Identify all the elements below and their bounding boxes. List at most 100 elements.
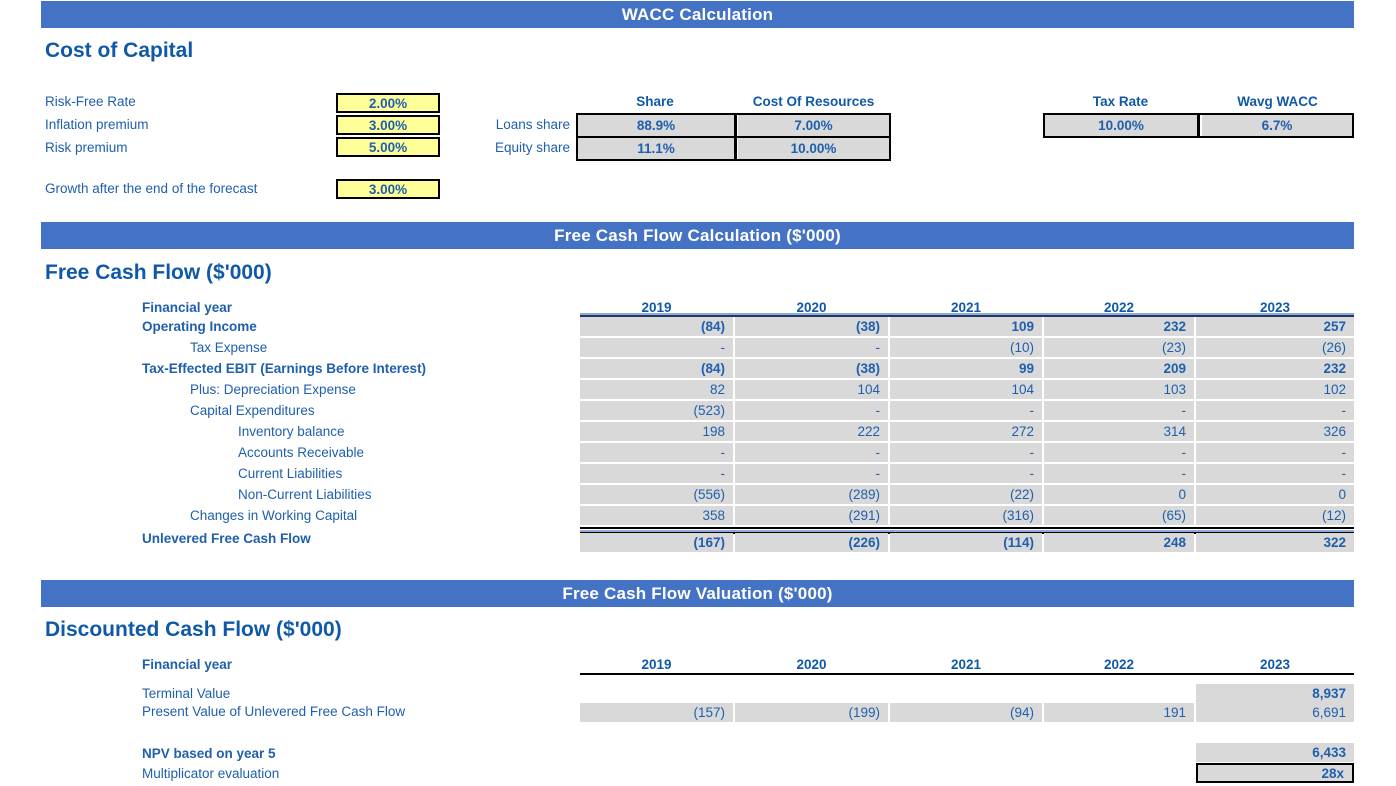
table-cell: (167) bbox=[580, 533, 733, 552]
table-cell: (114) bbox=[890, 533, 1042, 552]
year-column-header: 2019 bbox=[641, 657, 672, 672]
table-cell: - bbox=[735, 338, 888, 357]
npv-based-on-year-5-label: NPV based on year 5 bbox=[142, 746, 276, 761]
table-cell: (38) bbox=[735, 359, 888, 378]
dcf-header-rule bbox=[580, 673, 1354, 675]
row-label: Inventory balance bbox=[238, 424, 345, 439]
table-cell: (38) bbox=[735, 317, 888, 336]
pv-unlevered-fcf-label: Present Value of Unlevered Free Cash Flo… bbox=[142, 704, 406, 719]
table-cell: (316) bbox=[890, 506, 1042, 525]
table-cell: 232 bbox=[1044, 317, 1194, 336]
table-cell: (65) bbox=[1044, 506, 1194, 525]
wacc-calculation-banner: WACC Calculation bbox=[41, 1, 1354, 28]
table-cell: (556) bbox=[580, 485, 733, 504]
table-cell: 6,691 bbox=[1196, 703, 1354, 722]
capital-table-row-divider bbox=[576, 136, 891, 138]
multiplicator-value: 28x bbox=[1196, 763, 1354, 783]
table-cell: - bbox=[580, 443, 733, 462]
multiplicator-evaluation-label: Multiplicator evaluation bbox=[142, 766, 280, 781]
table-cell: 102 bbox=[1196, 380, 1354, 399]
table-cell: 0 bbox=[1196, 485, 1354, 504]
table-cell: 109 bbox=[890, 317, 1042, 336]
table-cell: 104 bbox=[735, 380, 888, 399]
row-label: Plus: Depreciation Expense bbox=[190, 382, 356, 397]
unlevered-free-cash-flow-label: Unlevered Free Cash Flow bbox=[142, 531, 311, 546]
table-cell: 82 bbox=[580, 380, 733, 399]
table-cell: (22) bbox=[890, 485, 1042, 504]
growth-after-forecast-input[interactable]: 3.00% bbox=[336, 179, 440, 199]
table-cell: - bbox=[580, 464, 733, 483]
free-cash-flow-calculation-banner: Free Cash Flow Calculation ($'000) bbox=[41, 222, 1354, 249]
table-cell: 314 bbox=[1044, 422, 1194, 441]
cost-of-capital-title: Cost of Capital bbox=[45, 39, 194, 62]
tax-rate-column-header: Tax Rate bbox=[1092, 94, 1149, 109]
table-cell: 0 bbox=[1044, 485, 1194, 504]
table-cell: (84) bbox=[580, 359, 733, 378]
table-cell: - bbox=[580, 338, 733, 357]
table-cell: (84) bbox=[580, 317, 733, 336]
table-cell: - bbox=[735, 443, 888, 462]
table-cell: 257 bbox=[1196, 317, 1354, 336]
equity-cost-value: 10.00% bbox=[738, 138, 889, 159]
risk-premium-input[interactable]: 5.00% bbox=[336, 137, 440, 157]
table-cell: (199) bbox=[735, 703, 888, 722]
table-cell: - bbox=[1044, 464, 1194, 483]
table-cell: - bbox=[890, 443, 1042, 462]
table-cell: - bbox=[735, 401, 888, 420]
table-cell: (23) bbox=[1044, 338, 1194, 357]
risk-free-rate-input[interactable]: 2.00% bbox=[336, 93, 440, 113]
row-label: Current Liabilities bbox=[238, 466, 343, 481]
table-cell: (157) bbox=[580, 703, 733, 722]
wavg-wacc-column-header: Wavg WACC bbox=[1237, 94, 1318, 109]
table-cell: - bbox=[890, 464, 1042, 483]
year-column-header: 2022 bbox=[1103, 657, 1135, 672]
row-label: Tax Expense bbox=[190, 340, 268, 355]
fcf-total-rule-top bbox=[580, 527, 1354, 529]
free-cash-flow-valuation-banner: Free Cash Flow Valuation ($'000) bbox=[41, 580, 1354, 607]
table-cell: 222 bbox=[735, 422, 888, 441]
table-cell: - bbox=[1196, 401, 1354, 420]
table-cell: (291) bbox=[735, 506, 888, 525]
share-column-header: Share bbox=[636, 94, 674, 109]
table-cell: (289) bbox=[735, 485, 888, 504]
table-cell: 322 bbox=[1196, 533, 1354, 552]
dcf-financial-year-label: Financial year bbox=[142, 657, 233, 672]
row-label: Operating Income bbox=[142, 319, 257, 334]
free-cash-flow-title: Free Cash Flow ($'000) bbox=[45, 261, 272, 284]
table-cell: 103 bbox=[1044, 380, 1194, 399]
table-cell: (523) bbox=[580, 401, 733, 420]
table-cell: 232 bbox=[1196, 359, 1354, 378]
row-label: Non-Current Liabilities bbox=[238, 487, 372, 502]
table-cell: (10) bbox=[890, 338, 1042, 357]
table-cell: 248 bbox=[1044, 533, 1194, 552]
row-label: Capital Expenditures bbox=[190, 403, 315, 418]
table-cell: (226) bbox=[735, 533, 888, 552]
terminal-value-label: Terminal Value bbox=[142, 686, 231, 701]
table-cell: 8,937 bbox=[1196, 684, 1354, 703]
year-column-header: 2021 bbox=[950, 657, 982, 672]
wacc-table-vertical-divider bbox=[1197, 113, 1200, 138]
equity-share-label: Equity share bbox=[494, 140, 570, 155]
loans-share-label: Loans share bbox=[495, 117, 570, 132]
table-cell: 104 bbox=[890, 380, 1042, 399]
table-cell: - bbox=[1044, 443, 1194, 462]
equity-share-value: 11.1% bbox=[578, 138, 734, 159]
table-cell: (26) bbox=[1196, 338, 1354, 357]
table-cell: - bbox=[1196, 443, 1354, 462]
fcf-financial-year-label: Financial year bbox=[142, 300, 233, 315]
risk-premium-label: Risk premium bbox=[45, 140, 128, 155]
table-cell: 198 bbox=[580, 422, 733, 441]
year-column-header: 2020 bbox=[796, 657, 827, 672]
table-cell: - bbox=[1044, 401, 1194, 420]
tax-rate-value: 10.00% bbox=[1045, 115, 1197, 136]
inflation-premium-input[interactable]: 3.00% bbox=[336, 115, 440, 135]
year-column-header: 2023 bbox=[1259, 657, 1291, 672]
npv-value: 6,433 bbox=[1196, 743, 1354, 762]
table-cell: (12) bbox=[1196, 506, 1354, 525]
growth-after-forecast-label: Growth after the end of the forecast bbox=[45, 181, 258, 196]
table-cell: 358 bbox=[580, 506, 733, 525]
table-cell: (94) bbox=[890, 703, 1042, 722]
inflation-premium-label: Inflation premium bbox=[45, 117, 149, 132]
risk-free-rate-label: Risk-Free Rate bbox=[45, 94, 136, 109]
discounted-cash-flow-title: Discounted Cash Flow ($'000) bbox=[45, 618, 342, 641]
